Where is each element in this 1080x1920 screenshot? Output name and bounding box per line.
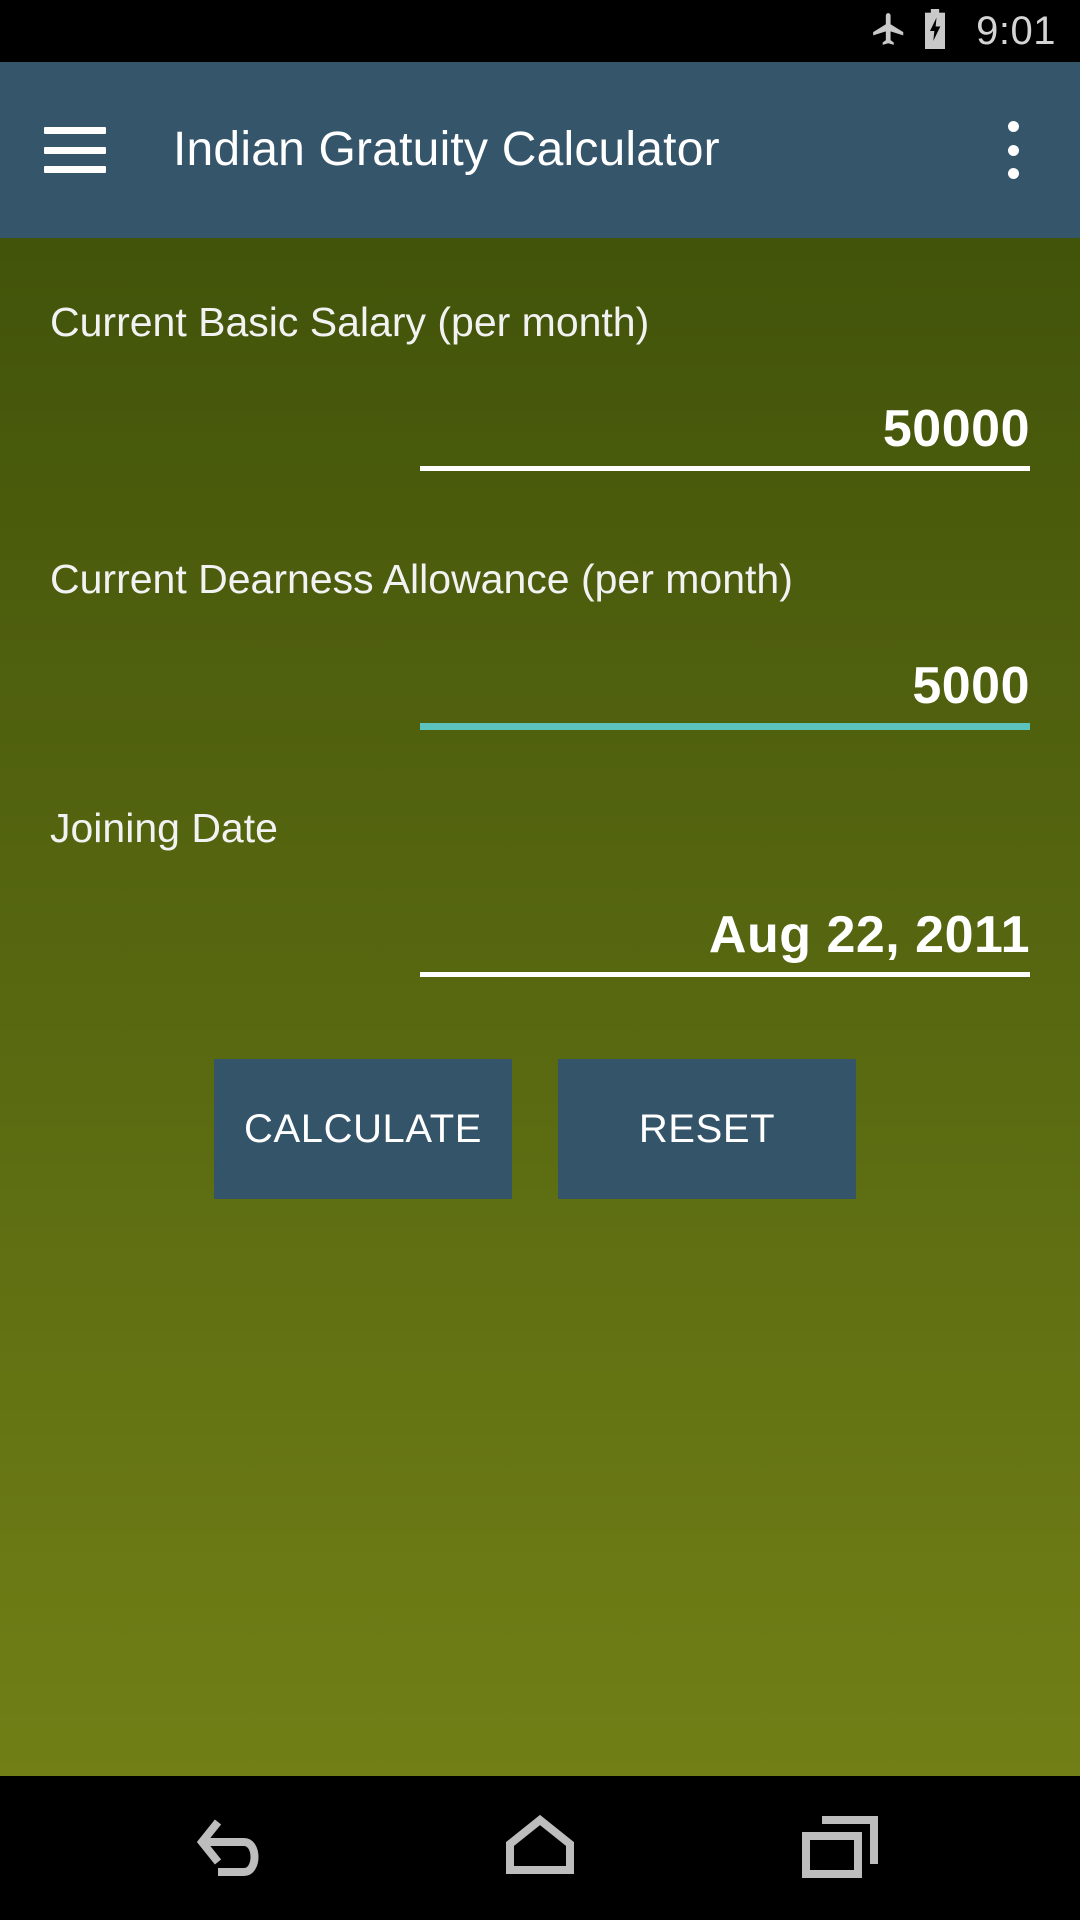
status-bar-time: 9:01 (976, 9, 1056, 53)
overflow-dot-1 (1007, 121, 1019, 132)
overflow-menu-icon[interactable] (990, 121, 1036, 179)
status-bar: 9:01 (0, 0, 1080, 62)
battery-charging-icon (922, 8, 948, 54)
app-bar: Indian Gratuity Calculator (0, 62, 1080, 238)
recent-apps-icon[interactable] (760, 1798, 920, 1898)
field-value-basic-salary: 50000 (882, 400, 1030, 459)
field-value-dearness-allowance: 5000 (912, 657, 1030, 716)
gratuity-form: Current Basic Salary (per month) 50000 C… (0, 238, 1080, 1199)
field-underline-dearness-allowance (420, 723, 1030, 730)
field-label-dearness-allowance: Current Dearness Allowance (per month) (50, 556, 793, 602)
back-arrow-icon[interactable] (160, 1798, 320, 1898)
field-label-basic-salary: Current Basic Salary (per month) (50, 299, 650, 345)
status-bar-icons: 9:01 (870, 8, 1056, 54)
field-joining-date: Joining Date Aug 22, 2011 (0, 808, 1080, 977)
overflow-dot-2 (1007, 144, 1019, 156)
field-label-joining-date: Joining Date (50, 805, 278, 851)
field-basic-salary: Current Basic Salary (per month) 50000 (0, 302, 1080, 471)
phone-screen: 9:01 Indian Gratuity Calculator Current … (0, 0, 1080, 1920)
android-nav-bar (0, 1776, 1080, 1920)
hamburger-bar-3 (44, 166, 106, 173)
hamburger-bar-2 (44, 146, 106, 154)
overflow-dot-3 (1007, 168, 1019, 179)
main-content: Current Basic Salary (per month) 50000 C… (0, 238, 1080, 1776)
hamburger-bar-1 (44, 127, 106, 134)
hamburger-menu-icon[interactable] (44, 127, 106, 173)
input-joining-date[interactable]: Aug 22, 2011 (420, 875, 1030, 963)
input-basic-salary[interactable]: 50000 (420, 369, 1030, 457)
app-title: Indian Gratuity Calculator (173, 123, 720, 176)
home-icon[interactable] (460, 1798, 620, 1898)
airplane-mode-icon (870, 10, 908, 53)
input-dearness-allowance[interactable]: 5000 (420, 626, 1030, 714)
field-value-joining-date: Aug 22, 2011 (708, 906, 1030, 965)
field-underline-joining-date (420, 972, 1030, 977)
reset-button[interactable]: RESET (558, 1059, 856, 1199)
field-dearness-allowance: Current Dearness Allowance (per month) 5… (0, 559, 1080, 730)
calculate-button[interactable]: CALCULATE (214, 1059, 512, 1199)
action-buttons: CALCULATE RESET (0, 1059, 1080, 1199)
